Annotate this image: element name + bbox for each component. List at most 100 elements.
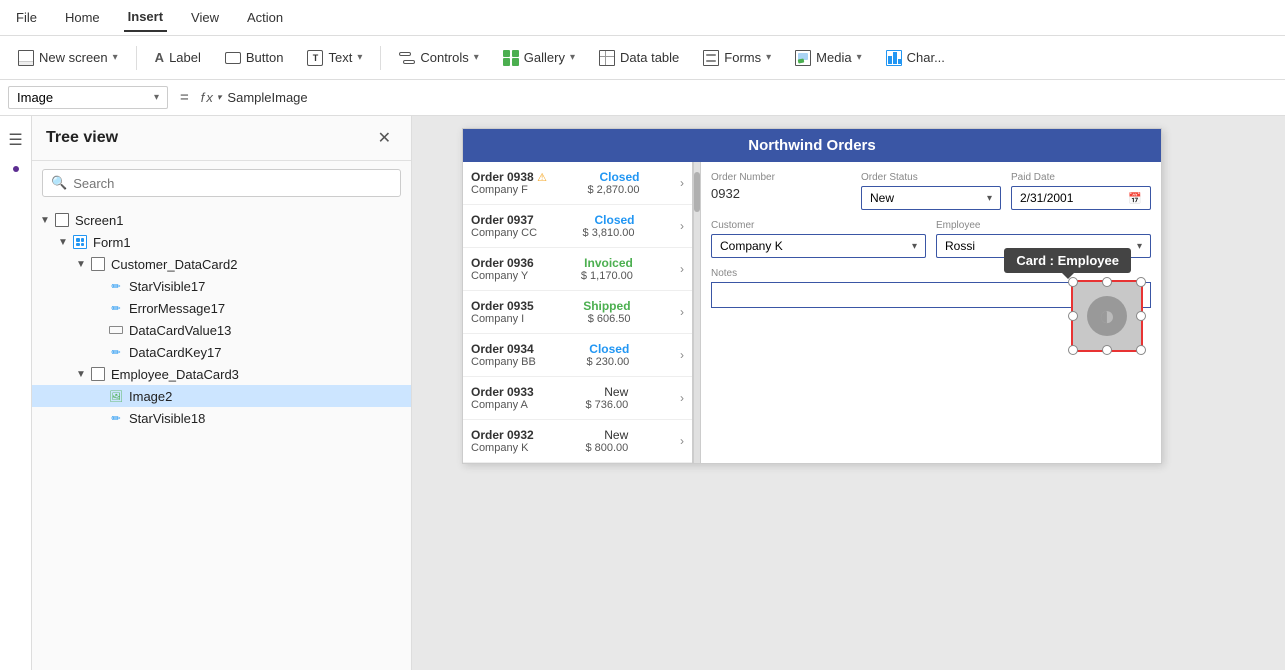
datacard-icon: [90, 256, 106, 272]
forms-button[interactable]: Forms ▾: [693, 45, 781, 71]
formula-input[interactable]: [227, 90, 1277, 105]
tree-close-button[interactable]: ✕: [372, 126, 397, 150]
order-item-0933[interactable]: Order 0933 Company A New $ 736.00 ›: [463, 377, 692, 420]
text-chevron: ▾: [357, 52, 362, 63]
order-status-value: New: [870, 191, 894, 205]
scroll-thumb[interactable]: [694, 172, 700, 212]
datacard-icon-employee: [90, 366, 106, 382]
detail-row-2: Customer Company K ▾ Employee Rossi: [711, 220, 1151, 258]
menu-file[interactable]: File: [12, 4, 41, 31]
handle-bottom-left[interactable]: [1068, 345, 1078, 355]
order-warning-0938: ⚠: [537, 172, 547, 184]
order-num-0936: Order 0936: [471, 256, 534, 270]
controls-chevron: ▾: [474, 52, 479, 63]
tree-item-customer-datacard2[interactable]: ▼ Customer_DataCard2: [32, 253, 411, 275]
formula-fx-label: fx ▾: [201, 90, 222, 105]
tree-label-datacardvalue13: DataCardValue13: [129, 323, 231, 338]
new-screen-button[interactable]: New screen ▾: [8, 45, 128, 71]
calendar-icon: 📅: [1128, 192, 1142, 205]
tree-label-image2: Image2: [129, 389, 172, 404]
handle-bottom-center[interactable]: [1102, 345, 1112, 355]
separator-2: [380, 46, 381, 70]
northwind-body: Order 0938 ⚠ Company F Closed $ 2,870.00…: [463, 162, 1161, 463]
employee-label: Employee: [936, 220, 1151, 231]
media-chevron: ▾: [857, 52, 862, 63]
tree-item-starvisible18[interactable]: ▶ ✏ StarVisible18: [32, 407, 411, 429]
order-num-0932: Order 0932: [471, 428, 534, 442]
tree-arrow-customer-datacard2: ▼: [76, 259, 90, 270]
order-status-0936: Invoiced: [581, 256, 633, 270]
data-table-button[interactable]: Data table: [589, 45, 689, 71]
order-item-0937[interactable]: Order 0937 Company CC Closed $ 3,810.00 …: [463, 205, 692, 248]
form-icon: [72, 234, 88, 250]
order-item-0936[interactable]: Order 0936 Company Y Invoiced $ 1,170.00…: [463, 248, 692, 291]
forms-chevron: ▾: [766, 52, 771, 63]
order-item-0935[interactable]: Order 0935 Company I Shipped $ 606.50 ›: [463, 291, 692, 334]
gallery-chevron: ▾: [570, 52, 575, 63]
order-item-0934[interactable]: Order 0934 Company BB Closed $ 230.00 ›: [463, 334, 692, 377]
formula-dropdown[interactable]: Image ▾: [8, 86, 168, 109]
handle-bottom-right[interactable]: [1136, 345, 1146, 355]
order-item-0938[interactable]: Order 0938 ⚠ Company F Closed $ 2,870.00…: [463, 162, 692, 205]
order-num-0934: Order 0934: [471, 342, 536, 356]
search-input[interactable]: [73, 176, 392, 191]
order-status-dropdown[interactable]: New ▾: [861, 186, 1001, 210]
order-num-0937: Order 0937: [471, 213, 537, 227]
toolbar: New screen ▾ A Label Button T Text ▾ Con…: [0, 36, 1285, 80]
text-label: Text: [328, 50, 352, 65]
paid-date-text: 2/31/2001: [1020, 191, 1073, 205]
employee-chevron: ▾: [1137, 241, 1142, 252]
order-company-0938: Company F: [471, 184, 547, 196]
canvas-area: Northwind Orders Order 0938 ⚠ Company F …: [412, 116, 1285, 670]
tree-item-starvisible17[interactable]: ▶ ✏ StarVisible17: [32, 275, 411, 297]
order-number-field: Order Number 0932: [711, 172, 851, 210]
tree-item-image2[interactable]: ▶ 🖼 Image2: [32, 385, 411, 407]
image-icon: 🖼: [108, 388, 124, 404]
gallery-button[interactable]: Gallery ▾: [493, 45, 585, 71]
order-number-value: 0932: [711, 186, 851, 201]
button-label: Button: [246, 50, 284, 65]
forms-icon: [703, 50, 719, 66]
paid-date-label: Paid Date: [1011, 172, 1151, 183]
tree-label-starvisible18: StarVisible18: [129, 411, 205, 426]
image-element[interactable]: [1071, 280, 1143, 352]
handle-mid-right[interactable]: [1136, 311, 1146, 321]
paid-date-value[interactable]: 2/31/2001 📅: [1011, 186, 1151, 210]
order-item-0932[interactable]: Order 0932 Company K New $ 800.00 ›: [463, 420, 692, 463]
detail-panel: Order Number 0932 Order Status New ▾: [701, 162, 1161, 463]
search-icon: 🔍: [51, 175, 67, 191]
tree-label-errormessage17: ErrorMessage17: [129, 301, 225, 316]
northwind-title: Northwind Orders: [463, 129, 1161, 162]
handle-mid-left[interactable]: [1068, 311, 1078, 321]
media-button[interactable]: Media ▾: [785, 45, 871, 71]
tree-item-screen1[interactable]: ▼ Screen1: [32, 209, 411, 231]
orders-list: Order 0938 ⚠ Company F Closed $ 2,870.00…: [463, 162, 693, 463]
customer-label: Customer: [711, 220, 926, 231]
tree-item-form1[interactable]: ▼ Form1: [32, 231, 411, 253]
menu-home[interactable]: Home: [61, 4, 104, 31]
menu-action[interactable]: Action: [243, 4, 287, 31]
label-button[interactable]: A Label: [145, 45, 211, 70]
image-placeholder: [1087, 296, 1127, 336]
menu-bar: File Home Insert View Action: [0, 0, 1285, 36]
northwind-container: Northwind Orders Order 0938 ⚠ Company F …: [462, 128, 1162, 464]
customer-dropdown[interactable]: Company K ▾: [711, 234, 926, 258]
order-chevron-0937: ›: [680, 219, 684, 233]
tree-item-datacardvalue13[interactable]: ▶ DataCardValue13: [32, 319, 411, 341]
tree-item-employee-datacard3[interactable]: ▼ Employee_DataCard3: [32, 363, 411, 385]
menu-insert[interactable]: Insert: [124, 3, 167, 32]
order-company-0933: Company A: [471, 399, 534, 411]
charts-button[interactable]: Char...: [876, 45, 955, 71]
tree-label-form1: Form1: [93, 235, 131, 250]
text-button[interactable]: T Text ▾: [297, 45, 372, 71]
hamburger-icon[interactable]: ☰: [4, 126, 26, 154]
tree-item-errormessage17[interactable]: ▶ ✏ ErrorMessage17: [32, 297, 411, 319]
tree-label-datacardkey17: DataCardKey17: [129, 345, 222, 360]
order-status-0933: New: [585, 385, 628, 399]
tree-arrow-form1: ▼: [58, 237, 72, 248]
tree-label-screen1: Screen1: [75, 213, 123, 228]
controls-button[interactable]: Controls ▾: [389, 45, 488, 71]
menu-view[interactable]: View: [187, 4, 223, 31]
tree-item-datacardkey17[interactable]: ▶ ✏ DataCardKey17: [32, 341, 411, 363]
button-button[interactable]: Button: [215, 45, 294, 70]
